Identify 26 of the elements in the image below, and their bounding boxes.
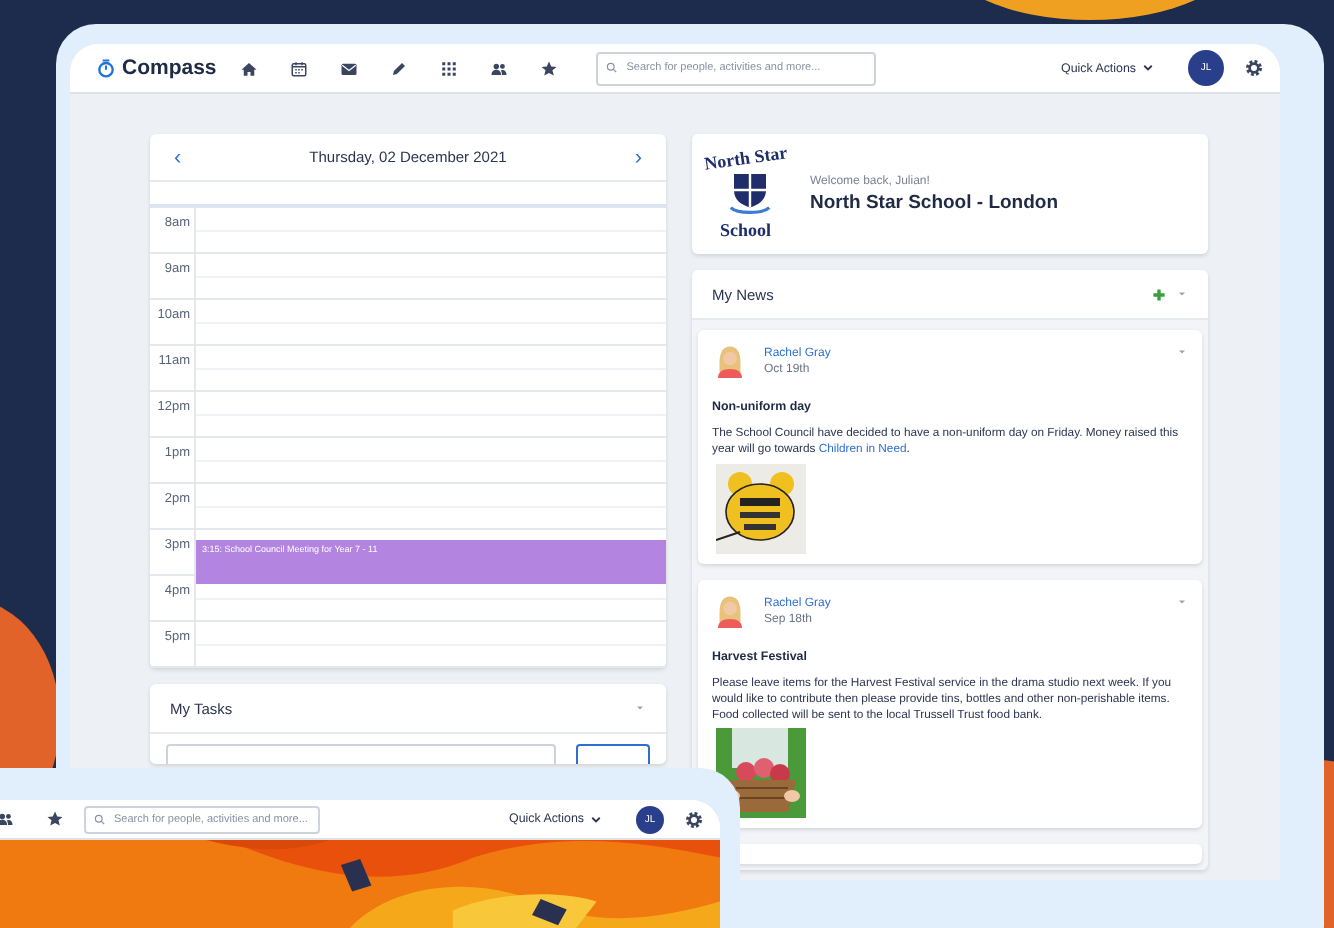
star-icon[interactable] (540, 59, 559, 77)
next-day-button[interactable]: › (634, 145, 642, 169)
people-icon[interactable] (490, 59, 509, 77)
brand-name: Compass (122, 56, 217, 80)
school-name: North Star School - London (810, 191, 1059, 213)
logo-text: North Star (703, 142, 789, 174)
settings-icon[interactable] (684, 809, 704, 829)
mail-icon[interactable] (340, 59, 359, 77)
search-icon (606, 62, 619, 74)
logo-text: School (720, 220, 772, 240)
search-icon (94, 813, 106, 825)
task-input-field[interactable] (166, 744, 556, 764)
stopwatch-icon (96, 58, 116, 78)
previous-day-button[interactable]: ‹ (174, 145, 182, 169)
star-icon[interactable] (46, 810, 64, 828)
home-icon[interactable] (240, 59, 259, 77)
pencil-icon[interactable] (390, 59, 409, 77)
people-icon[interactable] (0, 810, 14, 828)
add-task-button[interactable] (576, 744, 650, 764)
settings-icon[interactable] (1244, 58, 1264, 78)
brand-logo[interactable]: Compass (96, 56, 217, 80)
calendar-icon[interactable] (290, 59, 309, 77)
add-icon[interactable] (1152, 287, 1166, 301)
caret-icon (1142, 62, 1154, 74)
grid-icon[interactable] (440, 59, 459, 77)
caret-icon (590, 813, 602, 825)
